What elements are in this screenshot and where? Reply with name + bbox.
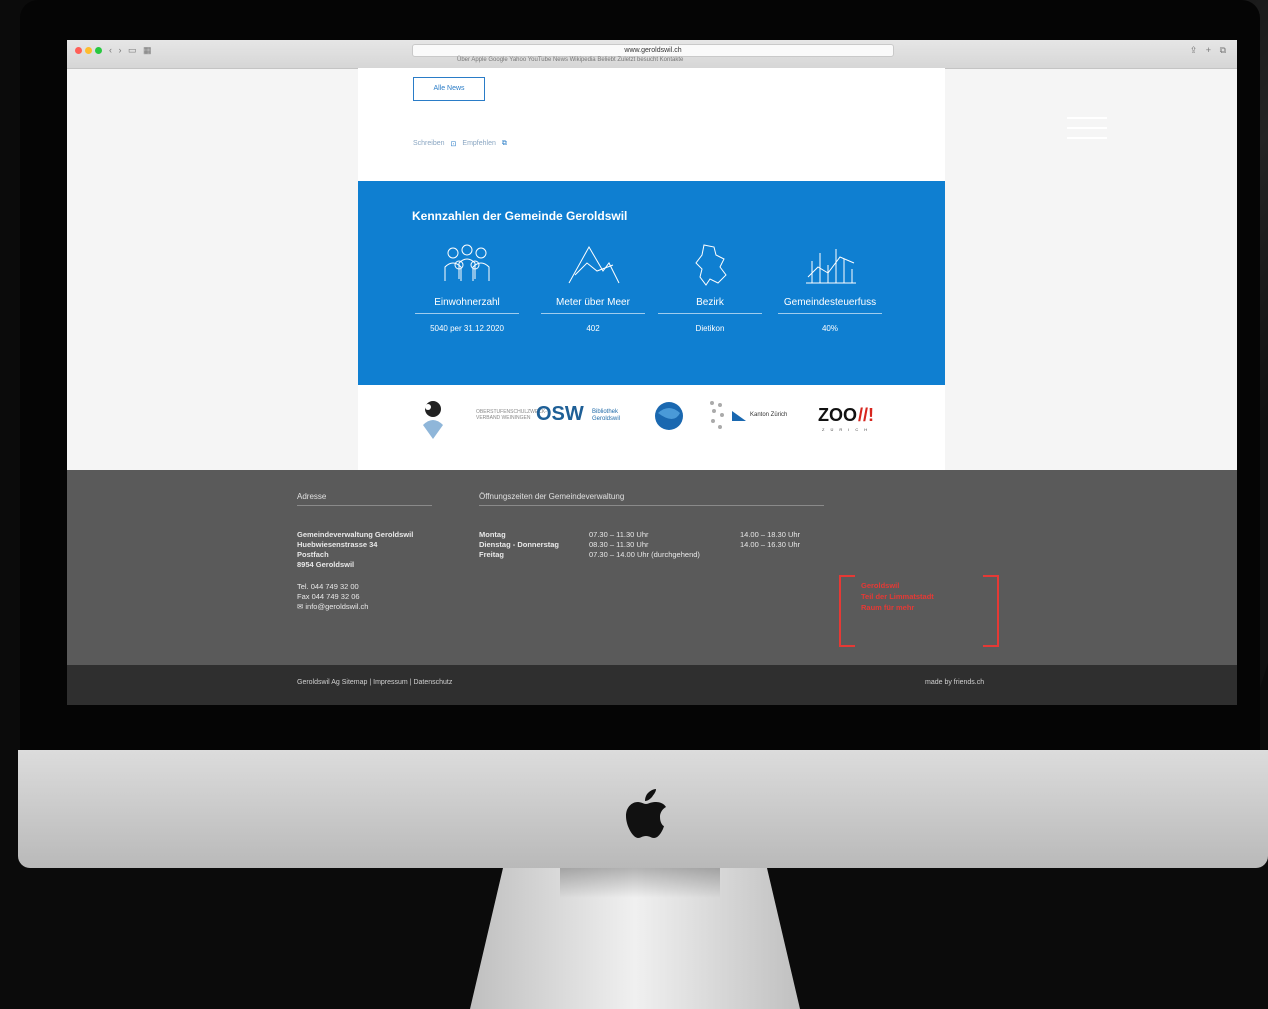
legal-links[interactable]: Geroldswil Ag Sitemap | Impressum | Date… [297, 679, 452, 686]
globe-logo-icon[interactable] [652, 399, 686, 433]
canton-flag-icon [732, 411, 746, 421]
stat-altitude: Meter über Meer 402 [541, 241, 645, 333]
hours-heading: Öffnungszeiten der Gemeindeverwaltung [479, 492, 824, 506]
browser-toolbar: ‹ › ▭ ▦ www.geroldswil.ch Über Apple Goo… [67, 40, 1237, 69]
claim-text: Geroldswil Teil der Limmatstadt Raum für… [861, 580, 934, 613]
monitor-screen: ‹ › ▭ ▦ www.geroldswil.ch Über Apple Goo… [67, 40, 1237, 705]
site-footer: Adresse Öffnungszeiten der Gemeindeverwa… [67, 470, 1237, 665]
zoo-logo-mark: //! [858, 405, 874, 425]
stat-value: Dietikon [695, 324, 725, 333]
stat-tax-rate: Gemeindesteuerfuss 40% [778, 241, 882, 333]
bookmarks-bar[interactable]: Über Apple Google Yahoo YouTube News Wik… [457, 57, 683, 63]
hours-am: 08.30 – 11.30 Uhr [589, 540, 649, 549]
close-window-button[interactable] [75, 47, 82, 54]
hours-afternoon: 14.00 – 18.30 Uhr 14.00 – 16.30 Uhr [740, 530, 800, 550]
map-outline-icon [695, 244, 727, 286]
stat-label: Bezirk [658, 297, 762, 314]
address-block: Gemeindeverwaltung Geroldswil Huebwiesen… [297, 530, 413, 612]
hours-day: Montag [479, 530, 506, 539]
sub-footer: Geroldswil Ag Sitemap | Impressum | Date… [67, 665, 1237, 705]
stat-value: 40% [821, 324, 838, 333]
mountain-icon [568, 245, 620, 284]
people-icon [444, 244, 490, 281]
right-bracket [983, 575, 999, 647]
hours-days: Montag Dienstag - Donnerstag Freitag [479, 530, 559, 560]
hamburger-menu-icon[interactable] [1067, 115, 1107, 145]
address-city: 8954 Geroldswil [297, 560, 355, 569]
minimize-window-button[interactable] [85, 47, 92, 54]
share-icon[interactable]: ⧉ [502, 140, 507, 148]
share-recommend-link[interactable]: Empfehlen [462, 140, 495, 148]
stat-label: Einwohnerzahl [415, 297, 519, 314]
library-logo[interactable]: Bibliothek Geroldswil [592, 409, 620, 423]
pie-logo-icon[interactable] [418, 397, 448, 447]
claim-line: Raum für mehr [861, 603, 915, 612]
maximize-window-button[interactable] [95, 47, 102, 54]
hours-pm: 14.00 – 16.30 Uhr [740, 540, 801, 549]
hours-pm: 14.00 – 18.30 Uhr [740, 530, 801, 539]
made-by-link[interactable]: made by friends.ch [925, 679, 984, 686]
address-name: Gemeindeverwaltung Geroldswil [297, 530, 414, 539]
left-bracket [839, 575, 855, 647]
zoo-logo[interactable]: ZOO [818, 405, 857, 426]
email-icon[interactable]: ⊡ [451, 140, 457, 148]
apple-logo-icon [626, 789, 666, 838]
stat-label: Meter über Meer [541, 297, 645, 314]
share-email-link[interactable]: Schreiben [413, 140, 445, 148]
limmatstadt-claim[interactable]: Geroldswil Teil der Limmatstadt Raum für… [839, 575, 999, 647]
bar-growth-icon [806, 249, 856, 284]
claim-line: Teil der Limmatstadt [861, 592, 934, 601]
key-figures-section: Kennzahlen der Gemeinde Geroldswil Einwo… [358, 181, 945, 385]
all-news-button[interactable]: Alle News [413, 77, 485, 101]
stat-value: 5040 per 31.12.2020 [430, 324, 504, 333]
hours-morning: 07.30 – 11.30 Uhr 08.30 – 11.30 Uhr 07.3… [589, 530, 700, 560]
browser-nav-icons[interactable]: ‹ › ▭ ▦ [109, 45, 154, 56]
claim-line: Geroldswil [861, 581, 900, 590]
stat-district: Bezirk Dietikon [658, 241, 762, 333]
stat-label: Gemeindesteuerfuss [778, 297, 882, 314]
partner-logos: OBERSTUFENSCHULZWECK- VERBAND WEININGEN … [358, 385, 945, 470]
address-extra: Postfach [297, 550, 329, 559]
address-heading: Adresse [297, 492, 432, 506]
stat-value: 402 [586, 324, 600, 333]
phone-link[interactable]: Tel. 044 749 32 00 [297, 582, 413, 592]
zoo-logo-subtitle: ZÜRICH [822, 427, 874, 432]
hours-am: 07.30 – 14.00 Uhr (durchgehend) [589, 550, 700, 559]
osw-logo[interactable]: OSW [536, 403, 584, 426]
address-bar[interactable]: www.geroldswil.ch [412, 44, 894, 57]
address-street: Huebwiesenstrasse 34 [297, 540, 378, 549]
browser-share-tabs-icons[interactable]: ⇪ + ⧉ [1190, 45, 1229, 56]
hours-day: Freitag [479, 550, 505, 559]
fax-text: Fax 044 749 32 06 [297, 592, 360, 601]
hours-day: Dienstag - Donnerstag [479, 540, 560, 549]
share-links: Schreiben ⊡ Empfehlen ⧉ [413, 140, 507, 148]
canton-pattern-icon[interactable] [708, 399, 728, 433]
stat-population: Einwohnerzahl 5040 per 31.12.2020 [415, 241, 519, 333]
key-figures-title: Kennzahlen der Gemeinde Geroldswil [412, 209, 628, 223]
canton-zurich-logo[interactable]: Kanton Zürich [750, 412, 787, 418]
hours-am: 07.30 – 11.30 Uhr [589, 530, 649, 539]
email-link[interactable]: ✉ info@geroldswil.ch [297, 602, 413, 612]
stand-shadow [560, 868, 720, 898]
